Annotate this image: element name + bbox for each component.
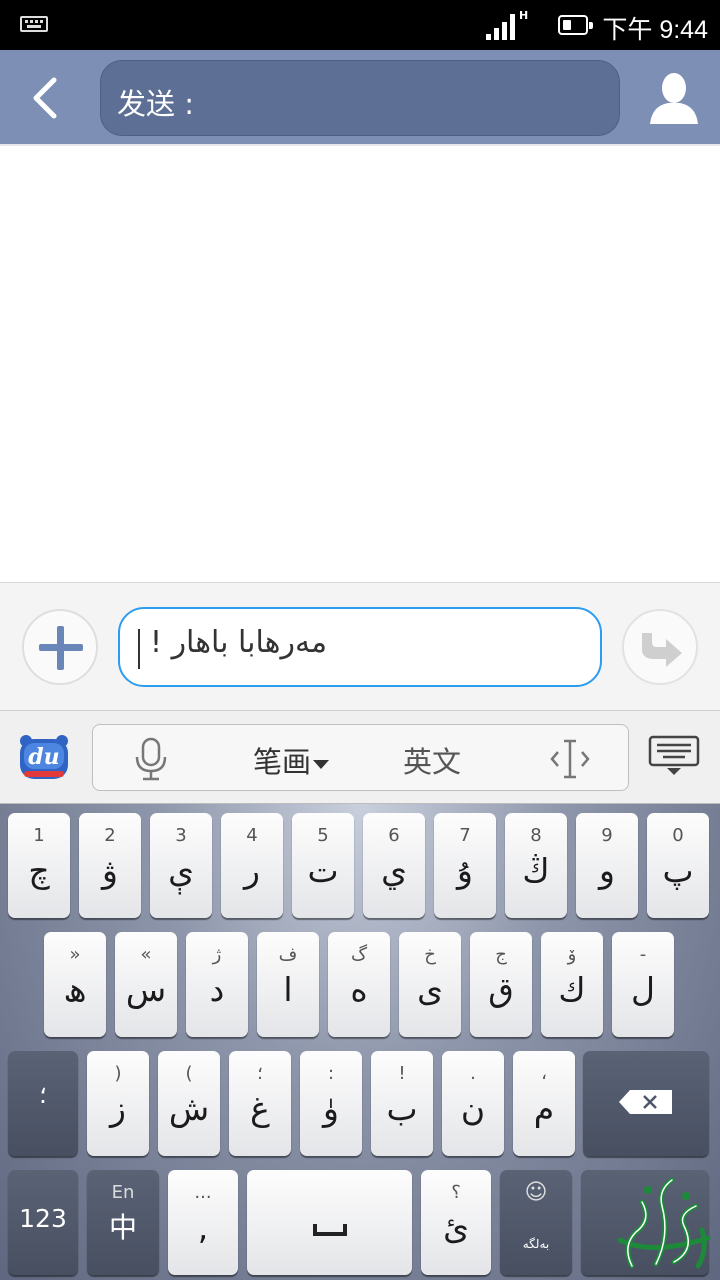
contacts-button[interactable] — [646, 68, 702, 128]
key[interactable]: 4ر — [221, 813, 283, 918]
key[interactable]: ژد — [186, 932, 248, 1037]
message-thread-area — [0, 148, 720, 582]
clock: 下午 9:44 — [602, 16, 708, 44]
key[interactable]: خى — [399, 932, 461, 1037]
key[interactable]: 9و — [576, 813, 638, 918]
microphone-icon — [135, 737, 167, 781]
send-button[interactable] — [622, 609, 698, 685]
comma-key[interactable]: ..., — [168, 1170, 238, 1275]
voice-input-button[interactable] — [131, 737, 171, 781]
key[interactable]: 0پ — [647, 813, 709, 918]
backspace-key[interactable] — [583, 1051, 709, 1156]
back-button[interactable] — [20, 72, 76, 124]
message-input-value: مەرھابا باھار ! — [150, 625, 328, 660]
hamza-key[interactable]: ؟ ئ — [421, 1170, 491, 1275]
ime-mode-group: 笔画 英文 — [92, 724, 629, 791]
key[interactable]: 2ۋ — [79, 813, 141, 918]
key[interactable]: جق — [470, 932, 532, 1037]
smiley-icon: ☺ — [524, 1180, 548, 1205]
numbers-key[interactable]: 123 — [8, 1170, 78, 1275]
text-caret — [138, 629, 140, 669]
key[interactable]: ) ز — [87, 1051, 149, 1156]
key[interactable]: ؛ غ — [229, 1051, 291, 1156]
english-mode-button[interactable]: 英文 — [403, 739, 461, 781]
key[interactable]: ۆك — [541, 932, 603, 1037]
language-switch-key[interactable]: En 中 — [87, 1170, 159, 1275]
key[interactable]: 7ۇ — [434, 813, 496, 918]
key[interactable]: 3ې — [150, 813, 212, 918]
enter-key[interactable] — [581, 1170, 709, 1275]
person-icon — [650, 73, 698, 124]
key[interactable]: ، م — [513, 1051, 575, 1156]
space-bar-icon — [313, 1224, 347, 1236]
key[interactable]: گە — [328, 932, 390, 1037]
send-arrow-icon — [642, 633, 682, 667]
network-type: H — [519, 9, 529, 22]
emoji-key[interactable]: ☺ بەلگە — [500, 1170, 572, 1275]
key[interactable]: 6ي — [363, 813, 425, 918]
compose-header: 发送 : — [0, 50, 720, 146]
dropdown-arrow-icon — [313, 759, 330, 769]
baidu-ime-logo-icon[interactable]: du — [18, 733, 70, 781]
signal-icon — [486, 12, 520, 40]
chevron-left-icon — [33, 77, 57, 119]
stroke-input-label: 笔画 — [253, 745, 312, 779]
recipient-label: 发送 : — [117, 87, 194, 121]
recipient-field[interactable]: 发送 : — [100, 60, 620, 136]
uyghur-keyboard: 1چ 2ۋ 3ې 4ر 5ت 6ي 7ۇ 8ڭ 9و 0پ » ھ «س ژد ف… — [0, 804, 720, 1280]
key[interactable]: :ۈ — [300, 1051, 362, 1156]
key[interactable]: ! ب — [371, 1051, 433, 1156]
stroke-input-mode-button[interactable]: 笔画 — [253, 739, 330, 781]
keyboard-notification-icon — [20, 16, 48, 32]
key[interactable]: «س — [115, 932, 177, 1037]
compose-bar: مەرھابا باھار ! — [0, 582, 720, 710]
attach-button[interactable] — [22, 609, 98, 685]
keyboard-hide-icon — [648, 735, 700, 775]
key[interactable]: 8ڭ — [505, 813, 567, 918]
plus-icon — [39, 626, 83, 670]
hide-keyboard-button[interactable] — [648, 735, 700, 777]
key[interactable]: (ش — [158, 1051, 220, 1156]
ime-toolbar: du 笔画 英文 — [0, 710, 720, 804]
key[interactable]: » ھ — [44, 932, 106, 1037]
svg-text:du: du — [28, 744, 59, 770]
key[interactable]: -ل — [612, 932, 674, 1037]
key[interactable]: فا — [257, 932, 319, 1037]
text-cursor-icon — [550, 739, 590, 779]
status-bar: H 下午 9:44 — [0, 0, 720, 50]
battery-icon — [558, 15, 593, 35]
key[interactable]: 5ت — [292, 813, 354, 918]
backspace-icon — [619, 1090, 672, 1114]
message-input[interactable]: مەرھابا باھار ! — [118, 607, 602, 687]
cursor-move-button[interactable] — [548, 737, 592, 781]
key[interactable]: .ن — [442, 1051, 504, 1156]
space-key[interactable] — [247, 1170, 412, 1275]
shift-key[interactable]: ؛ — [8, 1051, 78, 1156]
key[interactable]: 1چ — [8, 813, 70, 918]
